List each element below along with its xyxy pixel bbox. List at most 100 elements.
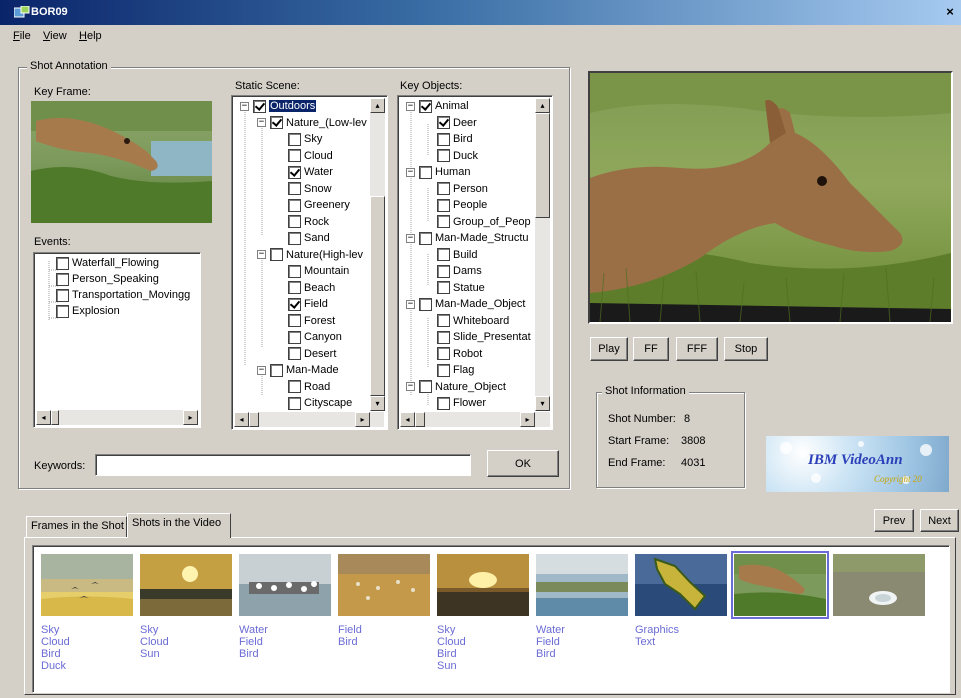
tab-frames-in-shot[interactable]: Frames in the Shot: [26, 516, 127, 537]
close-icon[interactable]: ×: [942, 4, 958, 19]
checkbox[interactable]: [270, 248, 283, 261]
scroll-left-icon[interactable]: ◂: [400, 412, 415, 427]
keywords-input[interactable]: [95, 454, 471, 476]
event-item[interactable]: Transportation_Movingg: [56, 287, 190, 303]
checkbox[interactable]: [437, 281, 450, 294]
scroll-right-icon[interactable]: ▸: [355, 412, 370, 427]
collapse-icon[interactable]: −: [406, 233, 415, 243]
key-object-node[interactable]: People: [437, 197, 487, 213]
checkbox[interactable]: [437, 215, 450, 228]
key-object-node[interactable]: − Human: [406, 164, 470, 180]
event-item[interactable]: Person_Speaking: [56, 271, 159, 287]
static-scene-node[interactable]: Cityscape: [288, 395, 352, 411]
collapse-icon[interactable]: −: [257, 118, 266, 127]
objects-hscroll-thumb[interactable]: [415, 412, 425, 427]
key-object-node[interactable]: Deer: [437, 115, 477, 131]
checkbox[interactable]: [437, 182, 450, 195]
shot-thumbnail-image[interactable]: [536, 554, 628, 616]
checkbox[interactable]: [288, 165, 301, 179]
static-scene-node[interactable]: Desert: [288, 346, 336, 362]
menu-file[interactable]: File: [13, 30, 31, 42]
scroll-down-icon[interactable]: ▾: [370, 396, 385, 411]
checkbox[interactable]: [288, 149, 301, 162]
shot-thumbnail[interactable]: [833, 554, 927, 690]
key-object-node[interactable]: − Nature_Object: [406, 379, 506, 395]
static-scene-node[interactable]: Snow: [288, 181, 332, 197]
key-object-node[interactable]: Flag: [437, 362, 474, 378]
checkbox[interactable]: [419, 165, 432, 179]
collapse-icon[interactable]: −: [406, 167, 415, 177]
key-object-node[interactable]: Slide_Presentat: [437, 329, 531, 345]
checkbox[interactable]: [419, 231, 432, 245]
checkbox[interactable]: [253, 99, 266, 113]
checkbox[interactable]: [437, 314, 450, 327]
checkbox[interactable]: [288, 347, 301, 360]
shot-thumbnail[interactable]: Sky Cloud Bird Duck: [41, 554, 135, 690]
checkbox[interactable]: [270, 116, 283, 129]
event-item[interactable]: Explosion: [56, 303, 120, 319]
checkbox[interactable]: [419, 380, 432, 393]
shot-thumbnail[interactable]: Sky Cloud Bird Sun: [437, 554, 531, 690]
tab-shots-in-video[interactable]: Shots in the Video: [127, 513, 231, 538]
events-list[interactable]: Waterfall_Flowing Person_Speaking Transp…: [33, 252, 201, 428]
key-objects-tree[interactable]: ▴ ▾ ◂ ▸ − Animal Deer Bird Duck − Human Person P…: [397, 95, 553, 430]
scroll-left-icon[interactable]: ◂: [234, 412, 249, 427]
collapse-icon[interactable]: −: [406, 101, 415, 111]
scroll-down-icon[interactable]: ▾: [535, 396, 550, 411]
checkbox[interactable]: [437, 396, 450, 410]
menu-view[interactable]: View: [43, 30, 67, 42]
checkbox[interactable]: [437, 347, 450, 360]
key-object-node[interactable]: Dams: [437, 263, 482, 279]
checkbox[interactable]: [288, 281, 301, 294]
ff-button[interactable]: FF: [633, 337, 669, 361]
shot-thumbnail-image[interactable]: [731, 551, 829, 619]
static-scene-node[interactable]: Mountain: [288, 263, 349, 279]
static-hscroll-thumb[interactable]: [249, 412, 259, 427]
shot-thumbnail[interactable]: Field Bird: [338, 554, 432, 690]
event-checkbox[interactable]: [56, 304, 69, 318]
menu-help[interactable]: Help: [79, 30, 102, 42]
checkbox[interactable]: [288, 264, 301, 278]
play-button[interactable]: Play: [590, 337, 628, 361]
checkbox[interactable]: [419, 297, 432, 311]
event-checkbox[interactable]: [56, 288, 69, 302]
key-object-node[interactable]: − Animal: [406, 98, 469, 114]
fff-button[interactable]: FFF: [676, 337, 718, 361]
checkbox[interactable]: [437, 198, 450, 212]
shot-thumbnail-image[interactable]: [239, 554, 331, 616]
checkbox[interactable]: [437, 330, 450, 344]
shot-thumbnail-image[interactable]: [833, 554, 925, 616]
key-object-node[interactable]: − Man-Made_Object: [406, 296, 526, 312]
static-scene-node[interactable]: − Man-Made: [257, 362, 339, 378]
collapse-icon[interactable]: −: [406, 299, 415, 309]
checkbox[interactable]: [437, 248, 450, 261]
ok-button[interactable]: OK: [487, 450, 559, 477]
collapse-icon[interactable]: −: [257, 250, 266, 259]
scroll-up-icon[interactable]: ▴: [370, 98, 385, 113]
checkbox[interactable]: [288, 231, 301, 245]
static-scene-node[interactable]: Water: [288, 164, 333, 180]
collapse-icon[interactable]: −: [240, 101, 249, 111]
event-item[interactable]: Waterfall_Flowing: [56, 255, 159, 271]
key-object-node[interactable]: Person: [437, 181, 488, 197]
key-object-node[interactable]: Duck: [437, 148, 478, 164]
key-object-node[interactable]: Whiteboard: [437, 313, 509, 329]
checkbox[interactable]: [288, 297, 301, 311]
static-scene-node[interactable]: Canyon: [288, 329, 342, 345]
static-scene-node[interactable]: Sand: [288, 230, 330, 246]
checkbox[interactable]: [288, 380, 301, 393]
checkbox[interactable]: [288, 198, 301, 212]
checkbox[interactable]: [288, 330, 301, 344]
static-scene-node[interactable]: − Nature(High-lev: [257, 247, 363, 263]
static-scene-node[interactable]: Cloud: [288, 148, 333, 164]
key-object-node[interactable]: Group_of_Peop: [437, 214, 531, 230]
static-scene-node[interactable]: Rock: [288, 214, 329, 230]
prev-button[interactable]: Prev: [874, 509, 914, 532]
scroll-up-icon[interactable]: ▴: [535, 98, 550, 113]
stop-button[interactable]: Stop: [724, 337, 768, 361]
key-object-node[interactable]: Robot: [437, 346, 482, 362]
shot-thumbnail-image[interactable]: [41, 554, 133, 616]
checkbox[interactable]: [288, 215, 301, 228]
scroll-left-icon[interactable]: ◂: [36, 410, 51, 425]
checkbox[interactable]: [437, 132, 450, 146]
